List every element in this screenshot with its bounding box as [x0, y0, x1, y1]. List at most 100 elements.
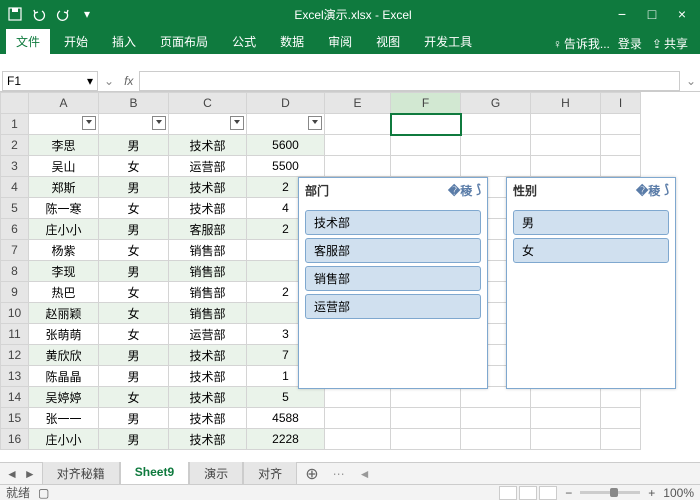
row-header-15[interactable]: 15: [1, 408, 29, 429]
view-normal-button[interactable]: [499, 486, 517, 500]
tell-me-search[interactable]: ♀告诉我...: [549, 33, 614, 54]
cell[interactable]: 5500: [247, 156, 325, 177]
cell[interactable]: 技术部: [169, 429, 247, 450]
zoom-level[interactable]: 100%: [663, 486, 694, 500]
cell[interactable]: 男: [99, 135, 169, 156]
cell[interactable]: 吴婷婷: [29, 387, 99, 408]
row-header-12[interactable]: 12: [1, 345, 29, 366]
cell[interactable]: 技术部: [169, 387, 247, 408]
cell[interactable]: 男: [99, 345, 169, 366]
clear-filter-icon[interactable]: ⟆: [476, 182, 481, 199]
cell[interactable]: 李现: [29, 261, 99, 282]
cell[interactable]: [461, 156, 531, 177]
cell[interactable]: 赵丽颖: [29, 303, 99, 324]
macro-record-icon[interactable]: ▢: [38, 486, 49, 500]
sheet-tab-2[interactable]: 演示: [189, 462, 243, 486]
cell[interactable]: 郑斯: [29, 177, 99, 198]
row-header-6[interactable]: 6: [1, 219, 29, 240]
row-header-16[interactable]: 16: [1, 429, 29, 450]
filter-button[interactable]: [152, 116, 166, 130]
sheet-tab-0[interactable]: 对齐秘籍: [42, 462, 120, 486]
hscroll-left-icon[interactable]: ◄: [359, 467, 371, 481]
undo-icon[interactable]: [28, 3, 50, 25]
sheet-nav-next-icon[interactable]: ►: [24, 467, 36, 481]
login-button[interactable]: 登录: [618, 35, 642, 52]
filter-button[interactable]: [308, 116, 322, 130]
ribbon-tab-8[interactable]: 开发工具: [414, 29, 482, 54]
cell[interactable]: 女: [99, 282, 169, 303]
slicer-1[interactable]: 性别�稜⟆男女: [506, 177, 676, 389]
col-header-A[interactable]: A: [29, 93, 99, 114]
minimize-button[interactable]: −: [608, 3, 636, 25]
formula-bar[interactable]: [139, 71, 680, 91]
cell[interactable]: 张一一: [29, 408, 99, 429]
cell[interactable]: 销售部: [169, 282, 247, 303]
cell[interactable]: 男: [99, 429, 169, 450]
cell[interactable]: 技术部: [169, 345, 247, 366]
cell[interactable]: [531, 429, 601, 450]
cell[interactable]: [531, 408, 601, 429]
cell[interactable]: 销售部: [169, 303, 247, 324]
fx-label[interactable]: fx: [118, 74, 139, 88]
cell[interactable]: [391, 156, 461, 177]
cell[interactable]: 热巴: [29, 282, 99, 303]
col-header-E[interactable]: E: [325, 93, 391, 114]
view-layout-button[interactable]: [519, 486, 537, 500]
cell[interactable]: [325, 156, 391, 177]
sheet-nav-prev-icon[interactable]: ◄: [6, 467, 18, 481]
new-sheet-button[interactable]: ⊕: [297, 464, 326, 484]
slicer-0[interactable]: 部门�稜⟆技术部客服部销售部运营部: [298, 177, 488, 389]
cell[interactable]: 5600: [247, 135, 325, 156]
row-header-14[interactable]: 14: [1, 387, 29, 408]
col-header-D[interactable]: D: [247, 93, 325, 114]
table-header-3[interactable]: 业绩: [247, 114, 325, 135]
cell[interactable]: 技术部: [169, 177, 247, 198]
cell[interactable]: 技术部: [169, 366, 247, 387]
col-header-H[interactable]: H: [531, 93, 601, 114]
row-header-9[interactable]: 9: [1, 282, 29, 303]
cell[interactable]: 男: [99, 177, 169, 198]
cell[interactable]: [391, 429, 461, 450]
select-all-cell[interactable]: [1, 93, 29, 114]
cell[interactable]: 销售部: [169, 240, 247, 261]
col-header-I[interactable]: I: [601, 93, 641, 114]
cell[interactable]: 技术部: [169, 135, 247, 156]
zoom-out-icon[interactable]: −: [565, 486, 572, 500]
cell[interactable]: 黄欣欣: [29, 345, 99, 366]
row-header-5[interactable]: 5: [1, 198, 29, 219]
qat-dropdown-icon[interactable]: ▾: [76, 3, 98, 25]
slicer-item[interactable]: 技术部: [305, 210, 481, 235]
cell[interactable]: [325, 429, 391, 450]
col-header-B[interactable]: B: [99, 93, 169, 114]
ribbon-tab-5[interactable]: 数据: [270, 29, 314, 54]
cell[interactable]: 5: [247, 387, 325, 408]
cell[interactable]: [461, 387, 531, 408]
ribbon-tab-3[interactable]: 页面布局: [150, 29, 218, 54]
cell[interactable]: [461, 135, 531, 156]
expand-formula-icon[interactable]: ⌄: [682, 74, 700, 88]
share-button[interactable]: ⇪共享: [646, 33, 694, 54]
slicer-item[interactable]: 女: [513, 238, 669, 263]
cell[interactable]: [325, 387, 391, 408]
cell[interactable]: [325, 114, 391, 135]
cell[interactable]: [601, 429, 641, 450]
cell[interactable]: [461, 429, 531, 450]
multi-select-icon[interactable]: �稜: [448, 182, 472, 199]
view-pagebreak-button[interactable]: [539, 486, 557, 500]
cell[interactable]: 男: [99, 219, 169, 240]
cell[interactable]: 2228: [247, 429, 325, 450]
cell[interactable]: 女: [99, 198, 169, 219]
cell[interactable]: 男: [99, 408, 169, 429]
ribbon-tab-4[interactable]: 公式: [222, 29, 266, 54]
col-header-F[interactable]: F: [391, 93, 461, 114]
cell[interactable]: 陈晶晶: [29, 366, 99, 387]
name-box[interactable]: F1 ▾: [2, 71, 98, 91]
cell[interactable]: [391, 408, 461, 429]
slicer-item[interactable]: 运营部: [305, 294, 481, 319]
cell[interactable]: 女: [99, 303, 169, 324]
cell[interactable]: 吴山: [29, 156, 99, 177]
cell[interactable]: [601, 114, 641, 135]
row-header-7[interactable]: 7: [1, 240, 29, 261]
ribbon-tab-7[interactable]: 视图: [366, 29, 410, 54]
filter-button[interactable]: [230, 116, 244, 130]
